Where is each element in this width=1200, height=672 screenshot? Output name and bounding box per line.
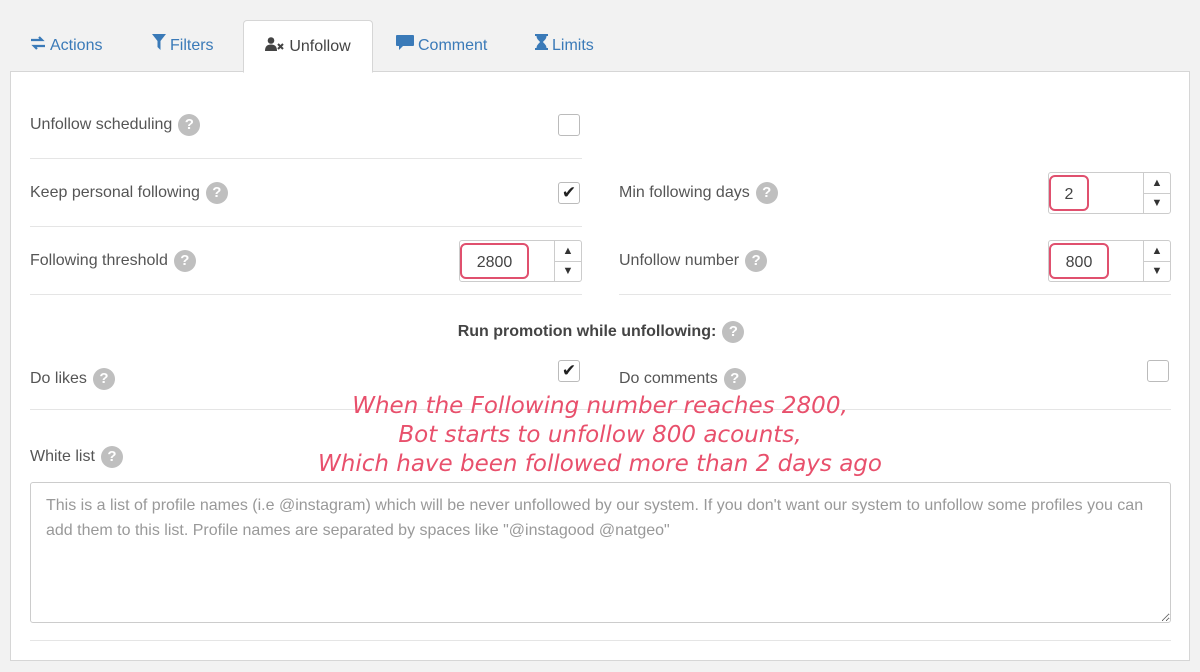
annotation-line-1: When the Following number reaches 2800, [352, 393, 848, 419]
help-icon[interactable]: ? [178, 114, 201, 136]
unfollow-settings-panel: Unfollow scheduling? Keep personal follo… [10, 71, 1190, 661]
tab-limits-label: Limits [552, 37, 594, 54]
help-icon[interactable]: ? [173, 250, 196, 272]
stepper-arrows: ▲ ▼ [1143, 173, 1170, 213]
checkmark-icon: ✔ [561, 183, 577, 202]
help-icon[interactable]: ? [745, 250, 768, 272]
white-list-textarea[interactable] [30, 482, 1171, 623]
min-following-days-label: Min following days [619, 184, 750, 202]
row-divider [30, 226, 582, 227]
following-threshold-stepper[interactable]: 2800 ▲ ▼ [459, 240, 582, 282]
keep-personal-following-label: Keep personal following [30, 184, 200, 202]
run-promotion-heading: Run promotion while unfollowing:? [11, 321, 1191, 343]
run-promotion-title: Run promotion while unfollowing: [457, 323, 717, 341]
white-list-label: White list [30, 448, 95, 466]
increment-arrow-icon[interactable]: ▲ [1144, 173, 1170, 194]
tab-actions-label: Actions [50, 37, 103, 54]
help-icon[interactable]: ? [755, 182, 778, 204]
tab-filters[interactable]: Filters [152, 20, 214, 71]
do-comments-label: Do comments [619, 370, 718, 388]
tab-comment-label: Comment [418, 37, 488, 54]
checkmark-icon: ✔ [561, 361, 577, 380]
decrement-arrow-icon[interactable]: ▼ [1144, 261, 1170, 281]
row-divider [30, 158, 582, 159]
following-threshold-input[interactable]: 2800 [460, 243, 529, 279]
tab-limits[interactable]: Limits [535, 20, 594, 71]
do-likes-checkbox[interactable]: ✔ [558, 360, 580, 382]
annotation-line-3: Which have been followed more than 2 day… [318, 451, 882, 477]
do-comments-checkbox[interactable] [1147, 360, 1169, 382]
white-list-row: White list? [30, 446, 123, 468]
unfollow-number-input[interactable]: 800 [1049, 243, 1109, 279]
unfollow-scheduling-row: Unfollow scheduling? [30, 114, 201, 136]
annotation-line-2: Bot starts to unfollow 800 acounts, [398, 422, 802, 448]
min-following-days-row: Min following days? [619, 182, 778, 204]
unfollow-number-row: Unfollow number? [619, 250, 768, 272]
do-likes-row: Do likes? [30, 368, 115, 390]
exchange-arrows-icon [30, 20, 46, 71]
funnel-icon [152, 20, 166, 71]
min-following-days-stepper[interactable]: 2 ▲ ▼ [1048, 172, 1171, 214]
row-divider [619, 294, 1171, 295]
tab-unfollow[interactable]: Unfollow [243, 20, 373, 73]
speech-bubble-icon [396, 20, 414, 71]
row-divider [30, 640, 1171, 641]
tab-actions[interactable]: Actions [30, 20, 102, 71]
keep-personal-following-checkbox[interactable]: ✔ [558, 182, 580, 204]
tab-filters-label: Filters [170, 37, 214, 54]
following-threshold-label: Following threshold [30, 252, 168, 270]
help-icon[interactable]: ? [92, 368, 115, 390]
unfollow-scheduling-checkbox[interactable] [558, 114, 580, 136]
keep-personal-following-row: Keep personal following? [30, 182, 228, 204]
following-threshold-row: Following threshold? [30, 250, 196, 272]
help-icon[interactable]: ? [205, 182, 228, 204]
unfollow-number-stepper[interactable]: 800 ▲ ▼ [1048, 240, 1171, 282]
help-icon[interactable]: ? [100, 446, 123, 468]
increment-arrow-icon[interactable]: ▲ [555, 241, 581, 262]
decrement-arrow-icon[interactable]: ▼ [1144, 193, 1170, 213]
tab-bar: Actions Filters Unfollow Comment Limits [10, 20, 1190, 73]
stepper-arrows: ▲ ▼ [1143, 241, 1170, 281]
min-following-days-input[interactable]: 2 [1049, 175, 1089, 211]
stepper-arrows: ▲ ▼ [554, 241, 581, 281]
tab-comment[interactable]: Comment [396, 20, 487, 71]
row-divider [30, 294, 582, 295]
increment-arrow-icon[interactable]: ▲ [1144, 241, 1170, 262]
unfollow-scheduling-label: Unfollow scheduling [30, 116, 173, 134]
decrement-arrow-icon[interactable]: ▼ [555, 261, 581, 281]
user-x-icon [265, 21, 285, 72]
do-comments-row: Do comments? [619, 368, 746, 390]
help-icon[interactable]: ? [723, 368, 746, 390]
tab-unfollow-label: Unfollow [289, 38, 351, 55]
hourglass-icon [535, 20, 548, 71]
do-likes-label: Do likes [30, 370, 87, 388]
help-icon[interactable]: ? [722, 321, 745, 343]
annotation-overlay: When the Following number reaches 2800, … [240, 392, 960, 479]
unfollow-number-label: Unfollow number [619, 252, 740, 270]
